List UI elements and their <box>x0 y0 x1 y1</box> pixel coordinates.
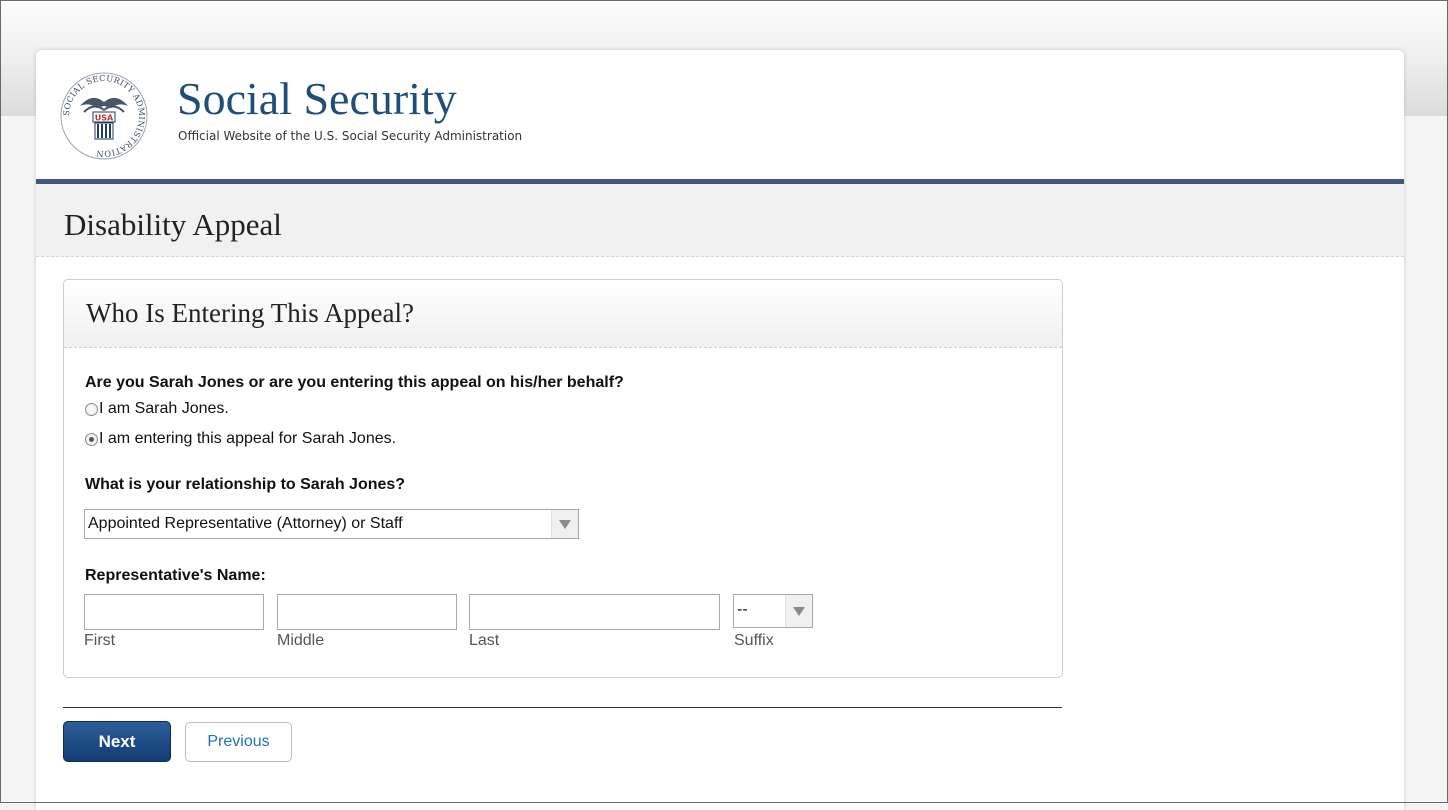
ssa-seal-icon: SOCIAL SECURITY ADMINISTRATION USA <box>60 72 148 160</box>
radio-option-self[interactable]: I am Sarah Jones. <box>85 399 229 419</box>
content-card: SOCIAL SECURITY ADMINISTRATION USA Socia… <box>36 50 1404 810</box>
radio-option-behalf[interactable]: I am entering this appeal for Sarah Jone… <box>85 429 396 449</box>
form-divider <box>63 707 1062 708</box>
suffix-caption: Suffix <box>734 632 774 649</box>
svg-text:USA: USA <box>95 114 114 123</box>
site-title[interactable]: Social Security <box>177 72 457 126</box>
page-title: Disability Appeal <box>64 207 282 242</box>
middle-name-caption: Middle <box>277 632 325 649</box>
first-name-input[interactable] <box>84 594 264 630</box>
suffix-select-value: -- <box>737 601 748 618</box>
next-button[interactable]: Next <box>63 721 171 762</box>
radio-self-icon[interactable] <box>85 402 98 416</box>
relationship-select[interactable]: Appointed Representative (Attorney) or S… <box>84 509 579 539</box>
previous-button[interactable]: Previous <box>185 722 292 762</box>
radio-behalf-label[interactable]: I am entering this appeal for Sarah Jone… <box>99 430 396 448</box>
panel-header: Who Is Entering This Appeal? <box>64 280 1062 348</box>
panel-title: Who Is Entering This Appeal? <box>86 298 414 328</box>
relationship-select-value: Appointed Representative (Attorney) or S… <box>88 515 403 532</box>
suffix-select[interactable]: -- <box>733 594 813 628</box>
last-name-input[interactable] <box>469 594 720 630</box>
chevron-down-icon[interactable] <box>785 595 812 627</box>
representative-name-label: Representative's Name: <box>85 567 266 584</box>
question-who-label: Are you Sarah Jones or are you entering … <box>85 374 624 391</box>
site-header: SOCIAL SECURITY ADMINISTRATION USA Socia… <box>36 50 1404 179</box>
middle-name-input[interactable] <box>277 594 457 630</box>
radio-self-label[interactable]: I am Sarah Jones. <box>99 400 229 418</box>
first-name-caption: First <box>84 632 116 649</box>
last-name-caption: Last <box>469 632 500 649</box>
question-relationship-label: What is your relationship to Sarah Jones… <box>85 476 406 493</box>
radio-behalf-icon[interactable] <box>85 432 98 446</box>
chevron-down-icon[interactable] <box>551 510 578 538</box>
site-subtitle: Official Website of the U.S. Social Secu… <box>178 129 523 143</box>
